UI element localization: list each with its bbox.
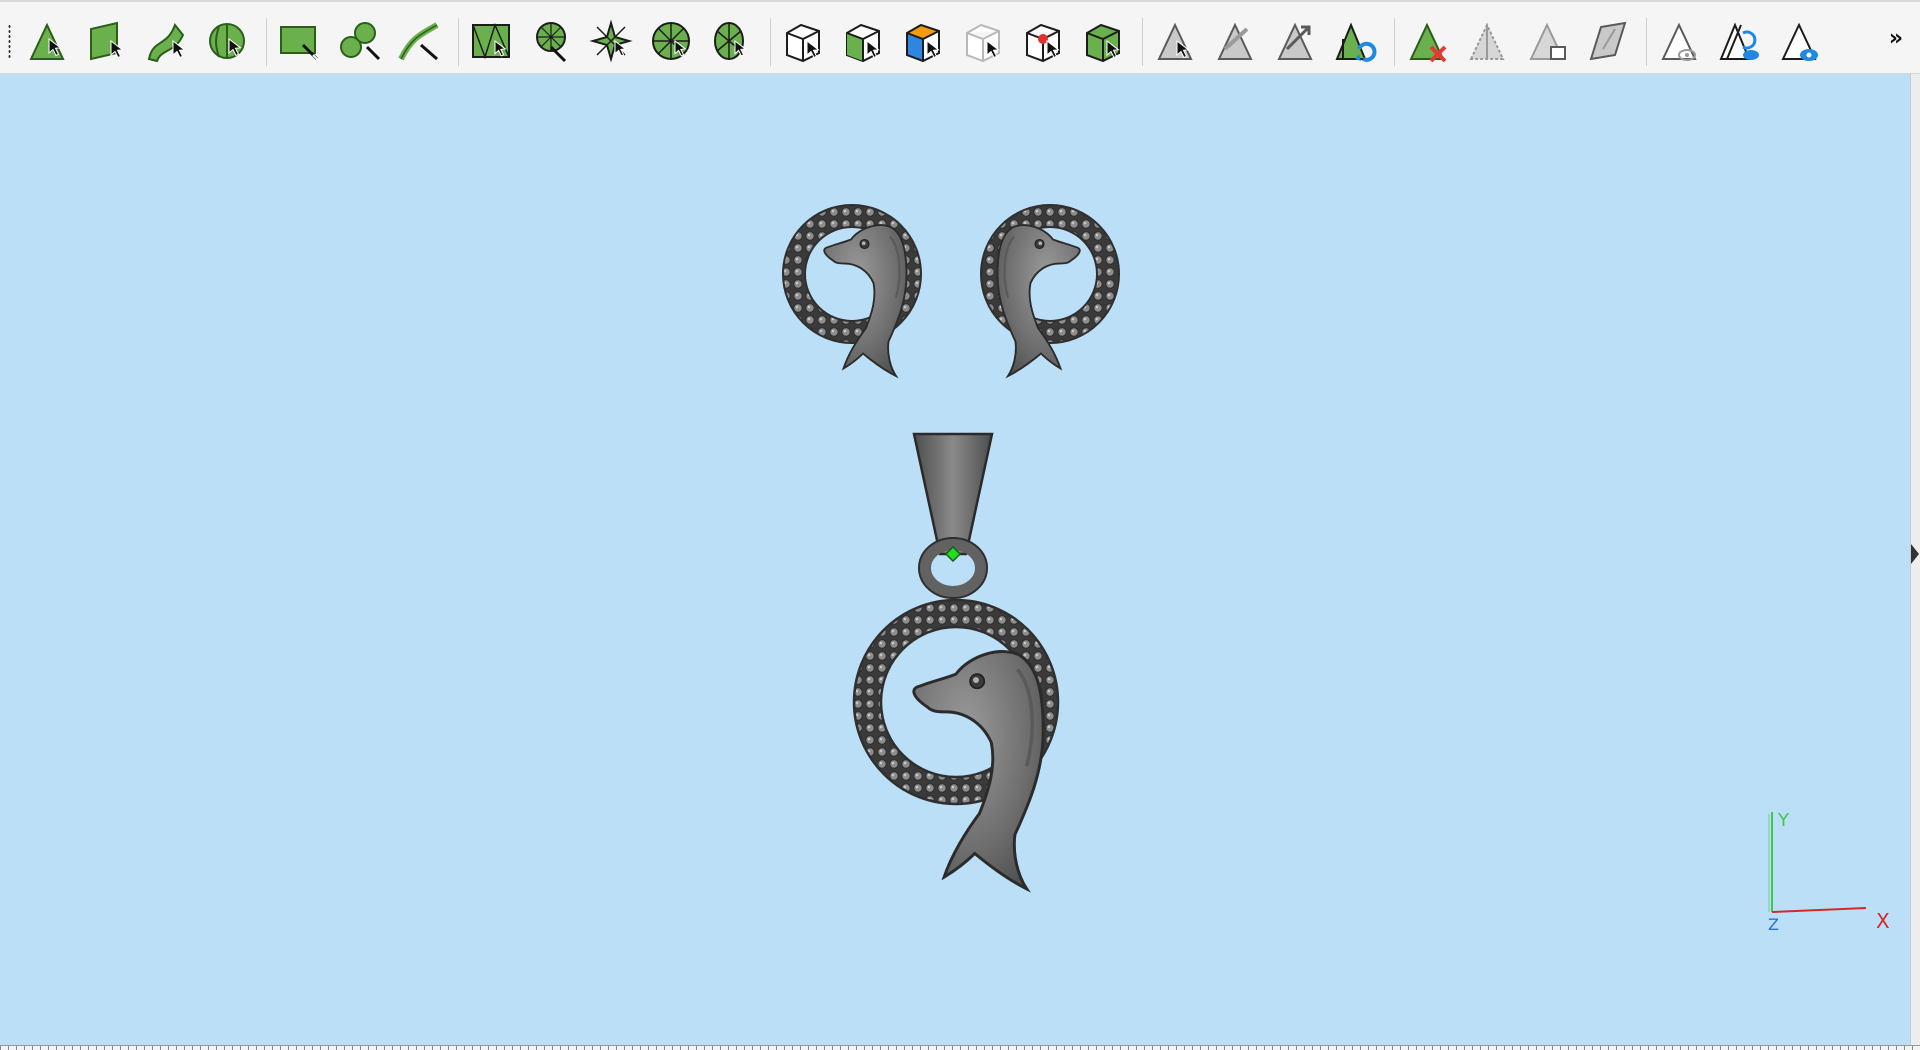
select-box-filled-button[interactable] — [1078, 14, 1130, 70]
select-star-pattern-icon — [589, 19, 633, 63]
select-box-ghost-button[interactable] — [958, 14, 1010, 70]
select-box-red-point-icon — [1026, 23, 1060, 63]
toolbar-separator — [266, 18, 267, 66]
select-face-icon — [90, 21, 124, 61]
select-pointer-icon — [29, 22, 65, 60]
toolbar: » — [0, 0, 1920, 74]
select-face-button[interactable] — [82, 14, 134, 70]
select-box-outline-button[interactable] — [778, 14, 830, 70]
select-solid-button[interactable] — [202, 14, 254, 70]
toolbar-separator — [1646, 18, 1647, 66]
select-path-button[interactable] — [394, 14, 446, 70]
select-radial-cluster-button[interactable] — [526, 14, 578, 70]
select-mesh-pattern-button[interactable] — [466, 14, 518, 70]
side-panel-collapsed[interactable] — [1910, 74, 1920, 1045]
toolbar-separator — [1142, 18, 1143, 66]
pointer-refresh-icon — [1335, 22, 1377, 62]
pointer-split-gray-icon — [1217, 22, 1253, 60]
hide-toggle-button[interactable] — [1654, 14, 1706, 70]
show-cycle-icon — [1719, 22, 1759, 60]
pointer-gray-button[interactable] — [1150, 14, 1202, 70]
select-box-outline-icon — [786, 23, 820, 63]
select-box-colored-button[interactable] — [898, 14, 950, 70]
bottom-ruler — [0, 1045, 1920, 1050]
select-wheel-pattern-button[interactable] — [646, 14, 698, 70]
select-solid-icon — [209, 23, 245, 59]
show-cycle-button[interactable] — [1714, 14, 1766, 70]
toolbar-grip[interactable] — [8, 24, 11, 60]
select-mesh-pattern-icon — [472, 22, 510, 60]
toolbar-separator — [770, 18, 771, 66]
earring-right[interactable] — [980, 204, 1120, 378]
select-box-colored-icon — [906, 23, 940, 63]
select-box-ghost-icon — [966, 23, 1000, 63]
delete-selection-button[interactable] — [1402, 14, 1454, 70]
flat-panel-icon — [1589, 21, 1627, 61]
select-fan-pattern-icon — [714, 22, 747, 60]
expand-panel-icon[interactable] — [1911, 544, 1919, 564]
select-rectangle-button[interactable] — [274, 14, 326, 70]
flat-panel-button[interactable] — [1582, 14, 1634, 70]
hide-toggle-icon — [1661, 22, 1697, 61]
pointer-split-arrow-icon — [1277, 22, 1313, 60]
select-pointer-button[interactable] — [22, 14, 74, 70]
select-box-green-button[interactable] — [838, 14, 890, 70]
pointer-refresh-button[interactable] — [1330, 14, 1382, 70]
axis-indicator: Y X Z — [1768, 810, 1890, 934]
select-fan-pattern-button[interactable] — [706, 14, 758, 70]
select-curve-button[interactable] — [142, 14, 194, 70]
axis-x-label: X — [1876, 909, 1890, 933]
select-box-red-point-button[interactable] — [1018, 14, 1070, 70]
pendant[interactable] — [852, 598, 1060, 891]
select-star-pattern-button[interactable] — [586, 14, 638, 70]
cut-half-icon — [1469, 22, 1505, 60]
select-wheel-pattern-icon — [652, 22, 690, 60]
3d-viewport[interactable]: Y X Z — [0, 74, 1910, 1045]
select-blob-icon — [340, 22, 381, 61]
scene: Y X Z — [782, 204, 1890, 934]
show-eye-button[interactable] — [1774, 14, 1826, 70]
select-box-green-icon — [846, 23, 880, 63]
pointer-split-gray-button[interactable] — [1210, 14, 1262, 70]
paste-copy-icon — [1529, 22, 1566, 60]
toolbar-separator — [458, 18, 459, 66]
select-path-icon — [398, 22, 439, 61]
toolbar-separator — [1394, 18, 1395, 66]
delete-selection-icon — [1409, 22, 1447, 63]
pointer-split-arrow-button[interactable] — [1270, 14, 1322, 70]
pendant-bail[interactable] — [912, 432, 994, 599]
select-rectangle-icon — [280, 26, 320, 62]
axis-z-label: Z — [1768, 915, 1779, 934]
axis-y-label: Y — [1777, 810, 1790, 831]
paste-copy-button[interactable] — [1522, 14, 1574, 70]
select-curve-icon — [147, 22, 186, 63]
select-blob-button[interactable] — [334, 14, 386, 70]
select-box-filled-icon — [1086, 23, 1120, 63]
pointer-gray-icon — [1157, 22, 1193, 60]
cut-half-button[interactable] — [1462, 14, 1514, 70]
show-eye-icon — [1781, 22, 1818, 61]
toolbar-overflow-button[interactable]: » — [1882, 24, 1910, 54]
earring-left[interactable] — [782, 204, 922, 378]
select-radial-cluster-icon — [536, 22, 567, 63]
